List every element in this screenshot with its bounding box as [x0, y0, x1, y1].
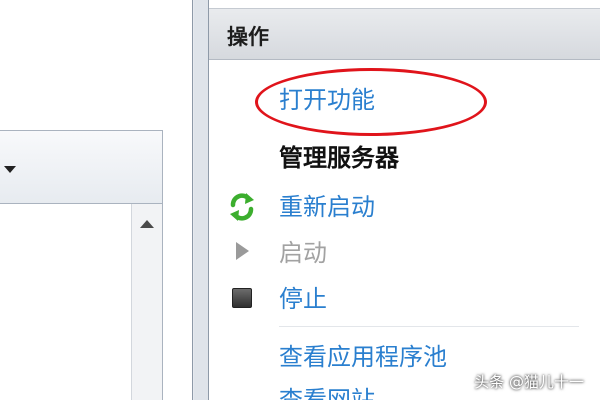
- actions-title: 操作: [227, 25, 269, 49]
- refresh-icon: [230, 193, 254, 221]
- actions-header: 操作: [209, 8, 600, 60]
- section-divider: [279, 326, 579, 327]
- features-pane: [0, 0, 193, 400]
- open-feature-link[interactable]: 打开功能: [279, 88, 375, 112]
- scroll-up-arrow-icon[interactable]: [140, 220, 154, 228]
- watermark: 头条 @猫儿十一: [474, 373, 584, 391]
- view-sites-link[interactable]: 查看网站: [279, 388, 375, 400]
- play-icon: [236, 242, 249, 260]
- stop-link[interactable]: 停止: [279, 287, 327, 311]
- actions-pane: 操作 打开功能 管理服务器 重新启动 启动 停止 查看应用程序池 查看网站: [208, 0, 600, 400]
- view-app-pools-link[interactable]: 查看应用程序池: [279, 345, 447, 369]
- vertical-scrollbar[interactable]: [131, 204, 163, 400]
- chevron-down-icon[interactable]: [4, 166, 16, 173]
- restart-link[interactable]: 重新启动: [279, 195, 375, 219]
- stop-icon: [232, 288, 252, 308]
- start-link: 启动: [279, 239, 327, 267]
- pane-splitter[interactable]: [194, 0, 208, 400]
- features-column-header[interactable]: [0, 130, 163, 204]
- manage-server-heading: 管理服务器: [279, 144, 399, 172]
